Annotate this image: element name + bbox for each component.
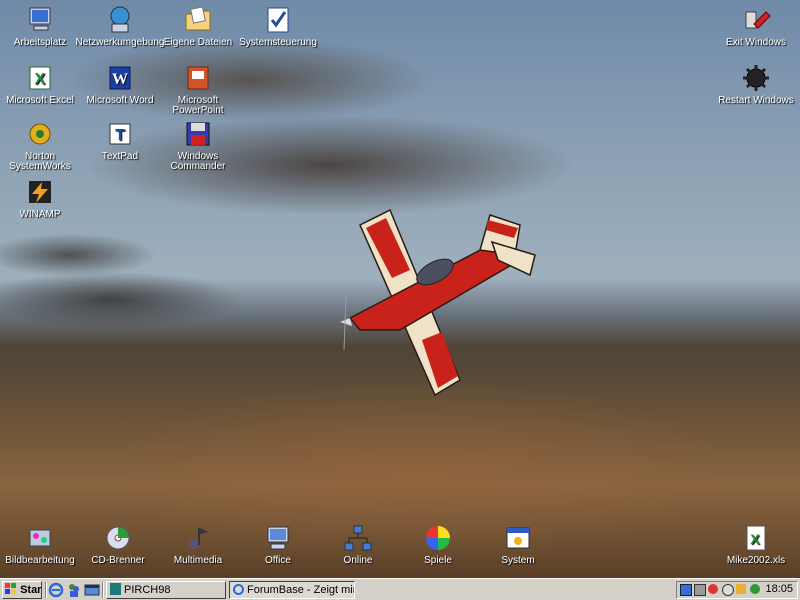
office-computer-icon <box>267 526 289 550</box>
desktop-icon-textpad[interactable]: T TextPad <box>75 118 165 162</box>
desktop-icon-multimedia[interactable]: Multimedia <box>153 522 243 566</box>
desktop-icon-powerpoint[interactable]: Microsoft PowerPoint <box>153 62 243 116</box>
start-label: Start <box>20 584 42 596</box>
airplane-wallpaper-image <box>340 208 536 397</box>
restart-gear-icon <box>743 65 769 91</box>
desktop-icon-excel[interactable]: X Microsoft Excel <box>0 62 85 106</box>
internet-explorer-icon[interactable] <box>48 582 64 598</box>
winamp-bolt-icon <box>29 181 51 203</box>
svg-text:X: X <box>750 531 760 547</box>
task-label: ForumBase - Zeigt mir eu... <box>247 584 355 596</box>
icon-label: Microsoft Excel <box>6 95 74 106</box>
desktop-icon-winamp[interactable]: WINAMP <box>0 176 85 220</box>
icon-label: Restart Windows <box>718 95 794 106</box>
folder-icon <box>185 6 211 31</box>
desktop-icon-word[interactable]: W Microsoft Word <box>75 62 165 106</box>
icon-label: Office <box>265 555 291 566</box>
control-panel-icon <box>267 7 289 33</box>
system-window-icon <box>506 527 530 549</box>
tray-antivirus-icon[interactable] <box>708 584 718 594</box>
image-editing-icon <box>29 529 51 547</box>
icon-label: Online <box>343 555 373 566</box>
cd-burner-icon <box>106 526 130 550</box>
tray-network-icon[interactable] <box>694 584 706 596</box>
games-ball-icon <box>426 526 450 550</box>
icon-label: Exit Windows <box>725 37 786 48</box>
desktop-icon-netzwerkumgebung[interactable]: Netzwerkumgebung <box>75 4 165 48</box>
excel-icon: X <box>29 66 51 90</box>
icon-label: Eigene Dateien <box>163 37 233 48</box>
exit-windows-icon <box>745 11 771 29</box>
desktop-icon-mike2002-xls[interactable]: X Mike2002.xls <box>711 522 800 566</box>
taskbar-clock[interactable]: 18:05 <box>765 583 793 595</box>
icon-label-line2: PowerPoint <box>172 105 224 116</box>
icon-label: System <box>501 555 535 566</box>
desktop-icon-cd-brenner[interactable]: CD-Brenner <box>73 522 163 566</box>
task-button-pirch98[interactable]: PIRCH98 <box>106 581 226 599</box>
icon-label: CD-Brenner <box>91 555 145 566</box>
desktop-icon-arbeitsplatz[interactable]: Arbeitsplatz <box>0 4 85 48</box>
desktop-icon-spiele[interactable]: Spiele <box>393 522 483 566</box>
icon-label: Systemsteuerung <box>239 37 317 48</box>
icon-label: Multimedia <box>173 555 223 566</box>
desktop-icon-norton[interactable]: Norton SystemWorks <box>0 118 85 172</box>
floppy-disk-icon <box>186 122 210 146</box>
icon-label: Mike2002.xls <box>726 555 786 566</box>
system-tray: 18:05 <box>676 581 798 599</box>
icon-label: Microsoft Word <box>86 95 154 106</box>
network-online-icon <box>344 525 372 551</box>
excel-file-icon: X <box>746 525 766 551</box>
start-button[interactable]: Start <box>2 581 42 599</box>
messenger-icon[interactable] <box>66 582 82 598</box>
show-desktop-icon[interactable] <box>84 582 100 598</box>
task-button-forumbase[interactable]: ForumBase - Zeigt mir eu... <box>229 581 355 599</box>
norton-gear-icon <box>29 123 51 145</box>
taskbar-separator <box>45 582 47 598</box>
network-icon <box>110 6 130 33</box>
taskbar-separator <box>102 582 104 598</box>
task-label: PIRCH98 <box>124 584 171 596</box>
svg-text:X: X <box>35 71 46 88</box>
multimedia-note-icon <box>189 528 208 549</box>
svg-text:W: W <box>112 71 128 88</box>
icon-label: Arbeitsplatz <box>13 37 67 48</box>
desktop-wallpaper: Arbeitsplatz Netzwerkumgebung Eigene Dat… <box>0 0 800 578</box>
pirch-app-icon <box>110 583 121 595</box>
desktop-icon-exit-windows[interactable]: Exit Windows <box>711 4 800 48</box>
desktop-icon-eigene-dateien[interactable]: Eigene Dateien <box>153 4 243 48</box>
icon-label: Netzwerkumgebung <box>75 37 165 48</box>
icon-label-line2: SystemWorks <box>9 161 71 172</box>
icon-label: WINAMP <box>19 209 61 220</box>
tray-help-icon[interactable] <box>722 584 734 596</box>
tray-monitor-icon[interactable] <box>680 584 692 596</box>
desktop-icon-restart-windows[interactable]: Restart Windows <box>711 62 800 106</box>
desktop-icon-online[interactable]: Online <box>313 522 403 566</box>
textpad-icon: T <box>109 123 131 145</box>
browser-app-icon <box>233 584 244 595</box>
word-icon: W <box>109 66 131 90</box>
icon-label-line2: Commander <box>170 161 226 172</box>
desktop-icon-windows-commander[interactable]: Windows Commander <box>153 118 243 172</box>
desktop-icon-office[interactable]: Office <box>233 522 323 566</box>
svg-text:T: T <box>115 127 125 144</box>
icon-label: TextPad <box>101 151 139 162</box>
taskbar: Start PIRCH98 ForumBase - Zeigt mir eu..… <box>0 578 800 600</box>
my-computer-icon <box>29 7 51 31</box>
powerpoint-icon <box>187 66 209 90</box>
desktop-icon-system[interactable]: System <box>473 522 563 566</box>
tray-globe-icon[interactable] <box>750 584 760 594</box>
desktop-icon-systemsteuerung[interactable]: Systemsteuerung <box>233 4 323 48</box>
tray-shield-icon[interactable] <box>736 584 746 594</box>
windows-logo-icon <box>5 583 16 594</box>
icon-label: Spiele <box>424 555 452 566</box>
